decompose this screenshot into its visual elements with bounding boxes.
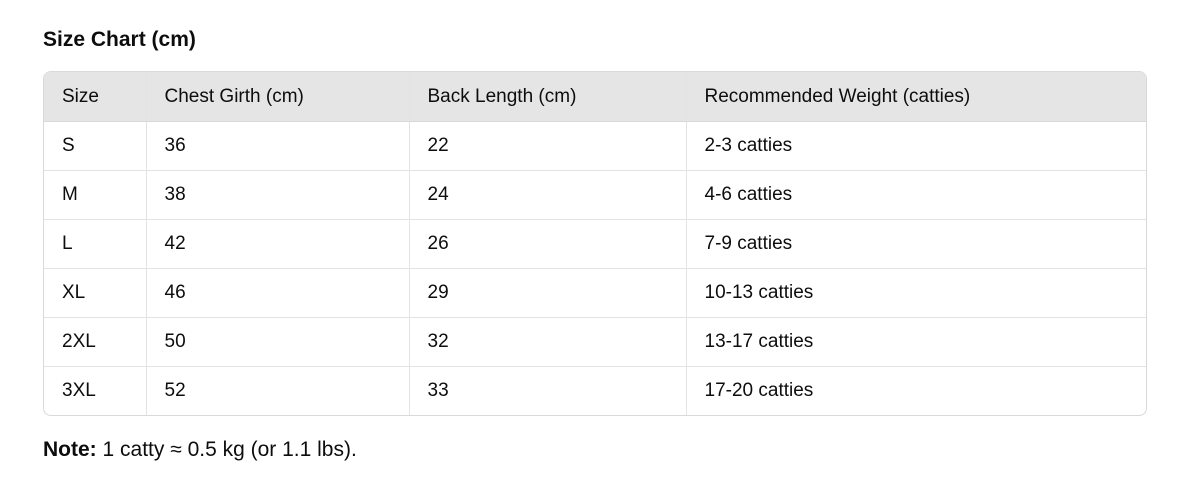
cell-back-length: 22	[408, 121, 686, 171]
size-chart-table: Size Chest Girth (cm) Back Length (cm) R…	[44, 72, 1146, 415]
cell-size: XL	[44, 268, 146, 318]
cell-recommended-weight: 10-13 catties	[685, 268, 1146, 318]
cell-size: 3XL	[44, 366, 146, 415]
cell-back-length: 33	[408, 366, 686, 415]
cell-back-length: 32	[408, 317, 686, 367]
cell-back-length: 26	[408, 219, 686, 269]
cell-recommended-weight: 13-17 catties	[685, 317, 1146, 367]
column-header-recommended-weight: Recommended Weight (catties)	[685, 72, 1146, 122]
page-title: Size Chart (cm)	[43, 28, 196, 51]
cell-back-length: 24	[408, 170, 686, 220]
note-text: 1 catty ≈ 0.5 kg (or 1.1 lbs).	[96, 438, 357, 461]
column-header-chest-girth: Chest Girth (cm)	[145, 72, 409, 122]
note-label: Note:	[43, 438, 97, 461]
table-row: M 38 24 4-6 catties	[44, 170, 1146, 220]
table-row: S 36 22 2-3 catties	[44, 121, 1146, 171]
conversion-note: Note: 1 catty ≈ 0.5 kg (or 1.1 lbs).	[43, 436, 357, 464]
cell-size: 2XL	[44, 317, 146, 367]
table-row: 3XL 52 33 17-20 catties	[44, 366, 1146, 415]
cell-chest-girth: 50	[145, 317, 409, 367]
cell-back-length: 29	[408, 268, 686, 318]
cell-size: M	[44, 170, 146, 220]
cell-chest-girth: 52	[145, 366, 409, 415]
cell-chest-girth: 42	[145, 219, 409, 269]
table-row: XL 46 29 10-13 catties	[44, 268, 1146, 318]
column-header-size: Size	[44, 72, 146, 122]
cell-chest-girth: 36	[145, 121, 409, 171]
cell-size: L	[44, 219, 146, 269]
cell-size: S	[62, 135, 75, 156]
cell-chest-girth: 46	[145, 268, 409, 318]
cell-recommended-weight: 7-9 catties	[685, 219, 1146, 269]
cell-recommended-weight: 2-3 catties	[685, 121, 1146, 171]
cell-recommended-weight: 17-20 catties	[685, 366, 1146, 415]
table-row: 2XL 50 32 13-17 catties	[44, 317, 1146, 367]
table-row: L 42 26 7-9 catties	[44, 219, 1146, 269]
cell-recommended-weight: 4-6 catties	[685, 170, 1146, 220]
size-chart-table-container: Size Chest Girth (cm) Back Length (cm) R…	[43, 71, 1147, 416]
column-header-back-length: Back Length (cm)	[408, 72, 686, 122]
table-header-row: Size Chest Girth (cm) Back Length (cm) R…	[44, 72, 1146, 122]
cell-chest-girth: 38	[145, 170, 409, 220]
